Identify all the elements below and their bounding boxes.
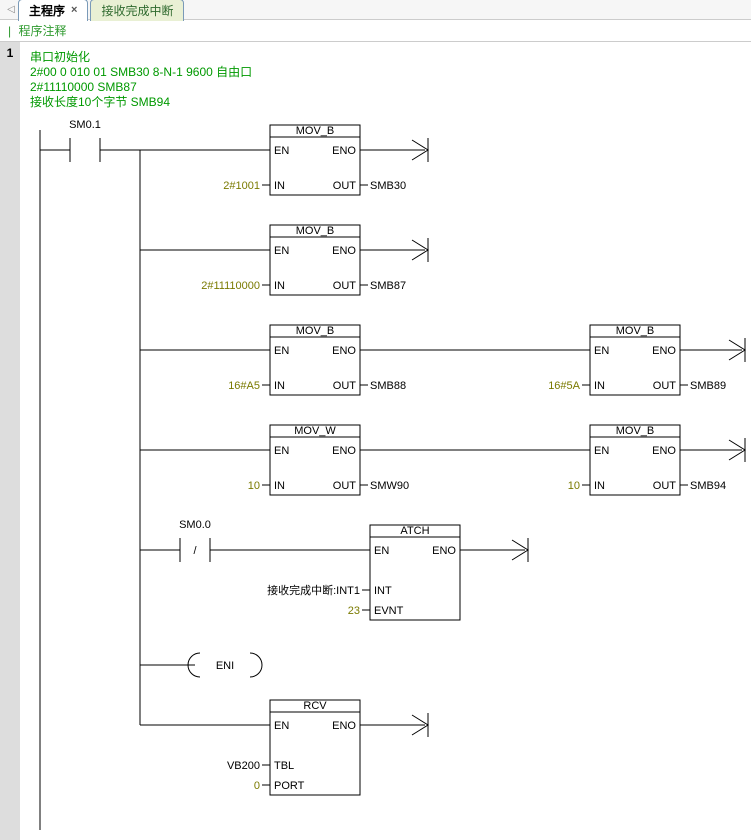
svg-text:10: 10 [568, 480, 580, 492]
svg-text:MOV_B: MOV_B [296, 325, 335, 337]
svg-text:TBL: TBL [274, 760, 294, 772]
svg-text:ENO: ENO [432, 545, 456, 557]
svg-text:16#A5: 16#A5 [228, 380, 260, 392]
svg-text:MOV_B: MOV_B [616, 325, 655, 337]
svg-text:VB200: VB200 [227, 760, 260, 772]
svg-text:OUT: OUT [333, 380, 357, 392]
svg-text:IN: IN [274, 280, 285, 292]
svg-text:EN: EN [274, 720, 289, 732]
svg-text:EN: EN [274, 345, 289, 357]
network-comment-3[interactable]: 接收长度10个字节 SMB94 [30, 95, 748, 110]
svg-text:IN: IN [594, 380, 605, 392]
svg-text:OUT: OUT [653, 480, 677, 492]
svg-text:23: 23 [348, 605, 360, 617]
svg-text:接收完成中断:INT1: 接收完成中断:INT1 [267, 583, 360, 597]
ladder-diagram: SM0.1 MOV_B EN ENO IN OUT 2#1001 SMB30 [30, 110, 748, 830]
svg-text:EN: EN [274, 245, 289, 257]
svg-text:ENO: ENO [332, 245, 356, 257]
tab-recv-interrupt[interactable]: 接收完成中断 [90, 0, 184, 21]
svg-text:/: / [193, 545, 197, 557]
program-comment-bar[interactable]: | 程序注释 [0, 20, 751, 42]
svg-text:ENO: ENO [652, 445, 676, 457]
svg-text:ENO: ENO [332, 720, 356, 732]
value-out: SMB30 [370, 180, 406, 192]
tab-label: 主程序 [29, 2, 65, 19]
program-comment-text: 程序注释 [18, 24, 66, 38]
svg-text:16#5A: 16#5A [548, 380, 580, 392]
svg-text:ENO: ENO [332, 445, 356, 457]
svg-text:ENI: ENI [216, 660, 234, 672]
svg-text:IN: IN [274, 480, 285, 492]
svg-text:SMB89: SMB89 [690, 380, 726, 392]
svg-text:EN: EN [594, 445, 609, 457]
svg-text:EN: EN [274, 445, 289, 457]
tab-label: 接收完成中断 [101, 2, 173, 19]
svg-text:SMB87: SMB87 [370, 280, 406, 292]
tab-bar: ◁ 主程序 × 接收完成中断 [0, 0, 751, 20]
network-body: 串口初始化 2#00 0 010 01 SMB30 8-N-1 9600 自由口… [20, 42, 751, 840]
svg-text:ENO: ENO [652, 345, 676, 357]
contact-label-sm00: SM0.0 [179, 519, 211, 531]
svg-text:ATCH: ATCH [400, 525, 429, 537]
svg-text:2#11110000: 2#11110000 [201, 280, 260, 292]
svg-text:OUT: OUT [333, 480, 357, 492]
svg-text:ENO: ENO [332, 345, 356, 357]
svg-text:INT: INT [374, 585, 392, 597]
network-row: 1 串口初始化 2#00 0 010 01 SMB30 8-N-1 9600 自… [0, 42, 751, 840]
svg-text:SMB88: SMB88 [370, 380, 406, 392]
close-icon[interactable]: × [71, 4, 77, 16]
tab-main-program[interactable]: 主程序 × [18, 0, 88, 21]
svg-text:PORT: PORT [274, 780, 305, 792]
tabs-scroll-left[interactable]: ◁ [4, 4, 18, 15]
svg-text:MOV_B: MOV_B [616, 425, 655, 437]
network-comment-2[interactable]: 2#11110000 SMB87 [30, 80, 748, 95]
network-comment-1[interactable]: 2#00 0 010 01 SMB30 8-N-1 9600 自由口 [30, 65, 748, 80]
svg-text:IN: IN [594, 480, 605, 492]
network-number[interactable]: 1 [0, 42, 20, 840]
svg-text:EN: EN [374, 545, 389, 557]
svg-text:EVNT: EVNT [374, 605, 404, 617]
svg-text:IN: IN [274, 380, 285, 392]
svg-text:EN: EN [274, 145, 289, 157]
svg-text:OUT: OUT [333, 180, 357, 192]
svg-text:SMB94: SMB94 [690, 480, 726, 492]
svg-text:ENO: ENO [332, 145, 356, 157]
svg-text:IN: IN [274, 180, 285, 192]
network-title[interactable]: 串口初始化 [30, 48, 748, 65]
svg-text:0: 0 [254, 780, 260, 792]
contact-label-sm01: SM0.1 [69, 119, 101, 131]
svg-text:SMW90: SMW90 [370, 480, 409, 492]
svg-text:RCV: RCV [303, 700, 327, 712]
svg-text:MOV_B: MOV_B [296, 225, 335, 237]
svg-text:10: 10 [248, 480, 260, 492]
block-title: MOV_B [296, 125, 335, 137]
svg-text:OUT: OUT [333, 280, 357, 292]
svg-text:EN: EN [594, 345, 609, 357]
comment-marker: | [8, 24, 11, 38]
svg-text:OUT: OUT [653, 380, 677, 392]
value-in: 2#1001 [223, 180, 260, 192]
svg-text:MOV_W: MOV_W [294, 425, 336, 437]
